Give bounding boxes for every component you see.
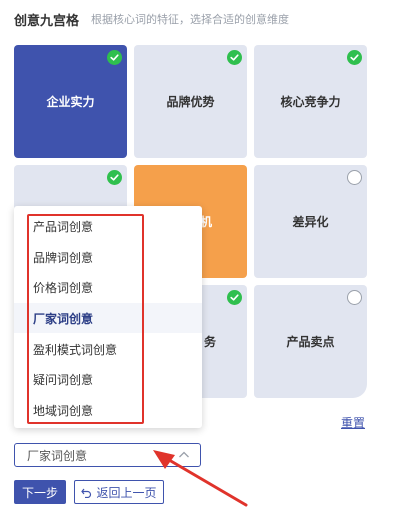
undo-icon xyxy=(81,488,92,498)
check-circle-icon xyxy=(227,290,242,305)
grid-cell-brand-advantage[interactable]: 品牌优势 xyxy=(134,45,247,158)
back-button[interactable]: 返回上一页 xyxy=(74,480,164,504)
grid-cell-label: 企业实力 xyxy=(46,95,95,109)
reset-link[interactable]: 重置 xyxy=(341,414,365,431)
dropdown-menu: 产品词创意 品牌词创意 价格词创意 厂家词创意 盈利模式词创意 疑问词创意 地域… xyxy=(14,206,202,428)
dropdown-option[interactable]: 产品词创意 xyxy=(14,211,202,241)
header: 创意九宫格 根据核心词的特征，选择合适的创意维度 xyxy=(14,10,290,29)
check-circle-icon xyxy=(107,170,122,185)
creative-type-select[interactable]: 厂家词创意 xyxy=(14,443,201,467)
back-button-label: 返回上一页 xyxy=(96,485,157,500)
grid-cell-label: 品牌优势 xyxy=(166,95,215,109)
grid-cell-enterprise-strength[interactable]: 企业实力 xyxy=(14,45,127,158)
grid-cell-label: 产品卖点 xyxy=(286,335,335,349)
dropdown-option[interactable]: 品牌词创意 xyxy=(14,242,202,272)
check-circle-icon xyxy=(107,50,122,65)
check-circle-icon xyxy=(227,50,242,65)
radio-circle-icon xyxy=(347,170,362,185)
grid-cell-label: 核心竞争力 xyxy=(280,95,341,109)
next-step-button[interactable]: 下一步 xyxy=(14,480,66,504)
dropdown-option[interactable]: 价格词创意 xyxy=(14,272,202,302)
page-subtitle: 根据核心词的特征，选择合适的创意维度 xyxy=(91,13,290,26)
dropdown-option-active[interactable]: 厂家词创意 xyxy=(14,303,202,333)
grid-cell-core-competitiveness[interactable]: 核心竞争力 xyxy=(254,45,367,158)
grid-cell-differentiation[interactable]: 差异化 xyxy=(254,165,367,278)
chevron-up-icon xyxy=(179,451,189,458)
dropdown-option[interactable]: 盈利模式词创意 xyxy=(14,334,202,364)
page-title: 创意九宫格 xyxy=(14,13,80,29)
dropdown-option[interactable]: 疑问词创意 xyxy=(14,364,202,394)
grid-cell-label: 差异化 xyxy=(292,215,329,229)
select-value: 厂家词创意 xyxy=(27,448,88,463)
check-circle-icon xyxy=(347,50,362,65)
grid-cell-product-selling-point[interactable]: 产品卖点 xyxy=(254,285,367,398)
grid-cell-label: 务 xyxy=(204,335,217,349)
dropdown-option[interactable]: 地域词创意 xyxy=(14,395,202,425)
radio-circle-icon xyxy=(347,290,362,305)
